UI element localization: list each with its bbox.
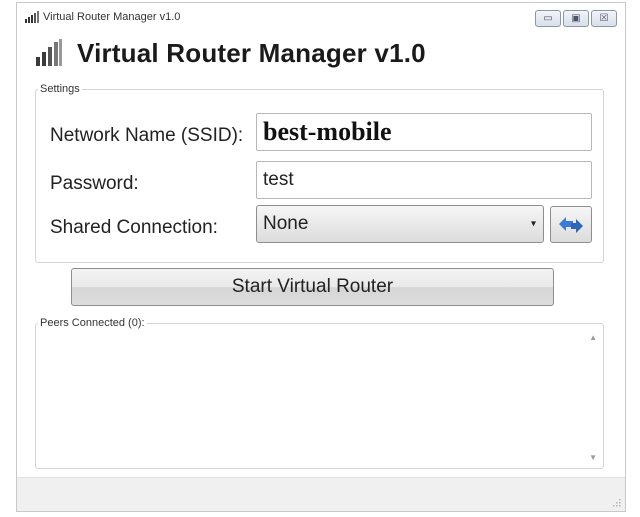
peers-list[interactable] (36, 329, 587, 468)
settings-legend: Settings (40, 83, 80, 95)
password-value: test (263, 169, 294, 190)
password-label: Password: (50, 173, 139, 194)
status-bar (17, 477, 625, 511)
window-controls: ▭ ▣ ☒ (535, 10, 617, 27)
maximize-icon: ▣ (571, 12, 581, 24)
scroll-up-icon[interactable]: ▲ (589, 333, 597, 342)
ssid-value: best-mobile (263, 117, 392, 146)
close-icon: ☒ (599, 12, 609, 24)
app-window: Virtual Router Manager v1.0 ▭ ▣ ☒ Virtua… (16, 2, 626, 512)
peers-group: Peers Connected (0): ▲ ▼ (35, 317, 604, 469)
app-header: Virtual Router Manager v1.0 (35, 35, 426, 71)
ssid-input[interactable]: best-mobile (256, 113, 592, 151)
chevron-down-icon: ▾ (530, 218, 536, 230)
window-title: Virtual Router Manager v1.0 (43, 11, 181, 23)
shared-connection-value: None (263, 213, 309, 234)
start-virtual-router-button[interactable]: Start Virtual Router (71, 268, 554, 306)
shared-connection-label: Shared Connection: (50, 217, 218, 238)
close-button[interactable]: ☒ (591, 10, 617, 27)
scroll-down-icon[interactable]: ▼ (589, 453, 597, 462)
page-title: Virtual Router Manager v1.0 (77, 37, 426, 68)
password-input[interactable]: test (256, 161, 592, 199)
refresh-arrows-icon (559, 216, 583, 233)
peers-legend: Peers Connected (0): (40, 317, 145, 329)
start-button-label: Start Virtual Router (231, 276, 394, 297)
signal-bars-icon (25, 11, 39, 23)
ssid-label: Network Name (SSID): (50, 125, 244, 146)
shared-connection-select[interactable]: None ▾ (256, 205, 544, 243)
maximize-button[interactable]: ▣ (563, 10, 589, 27)
minimize-icon: ▭ (543, 12, 553, 24)
title-bar: Virtual Router Manager v1.0 ▭ ▣ ☒ (17, 3, 625, 31)
resize-grip-icon[interactable] (611, 497, 621, 507)
minimize-button[interactable]: ▭ (535, 10, 561, 27)
signal-bars-icon (36, 39, 62, 66)
refresh-button[interactable] (550, 206, 592, 243)
settings-group: Settings Network Name (SSID): best-mobil… (35, 83, 604, 263)
